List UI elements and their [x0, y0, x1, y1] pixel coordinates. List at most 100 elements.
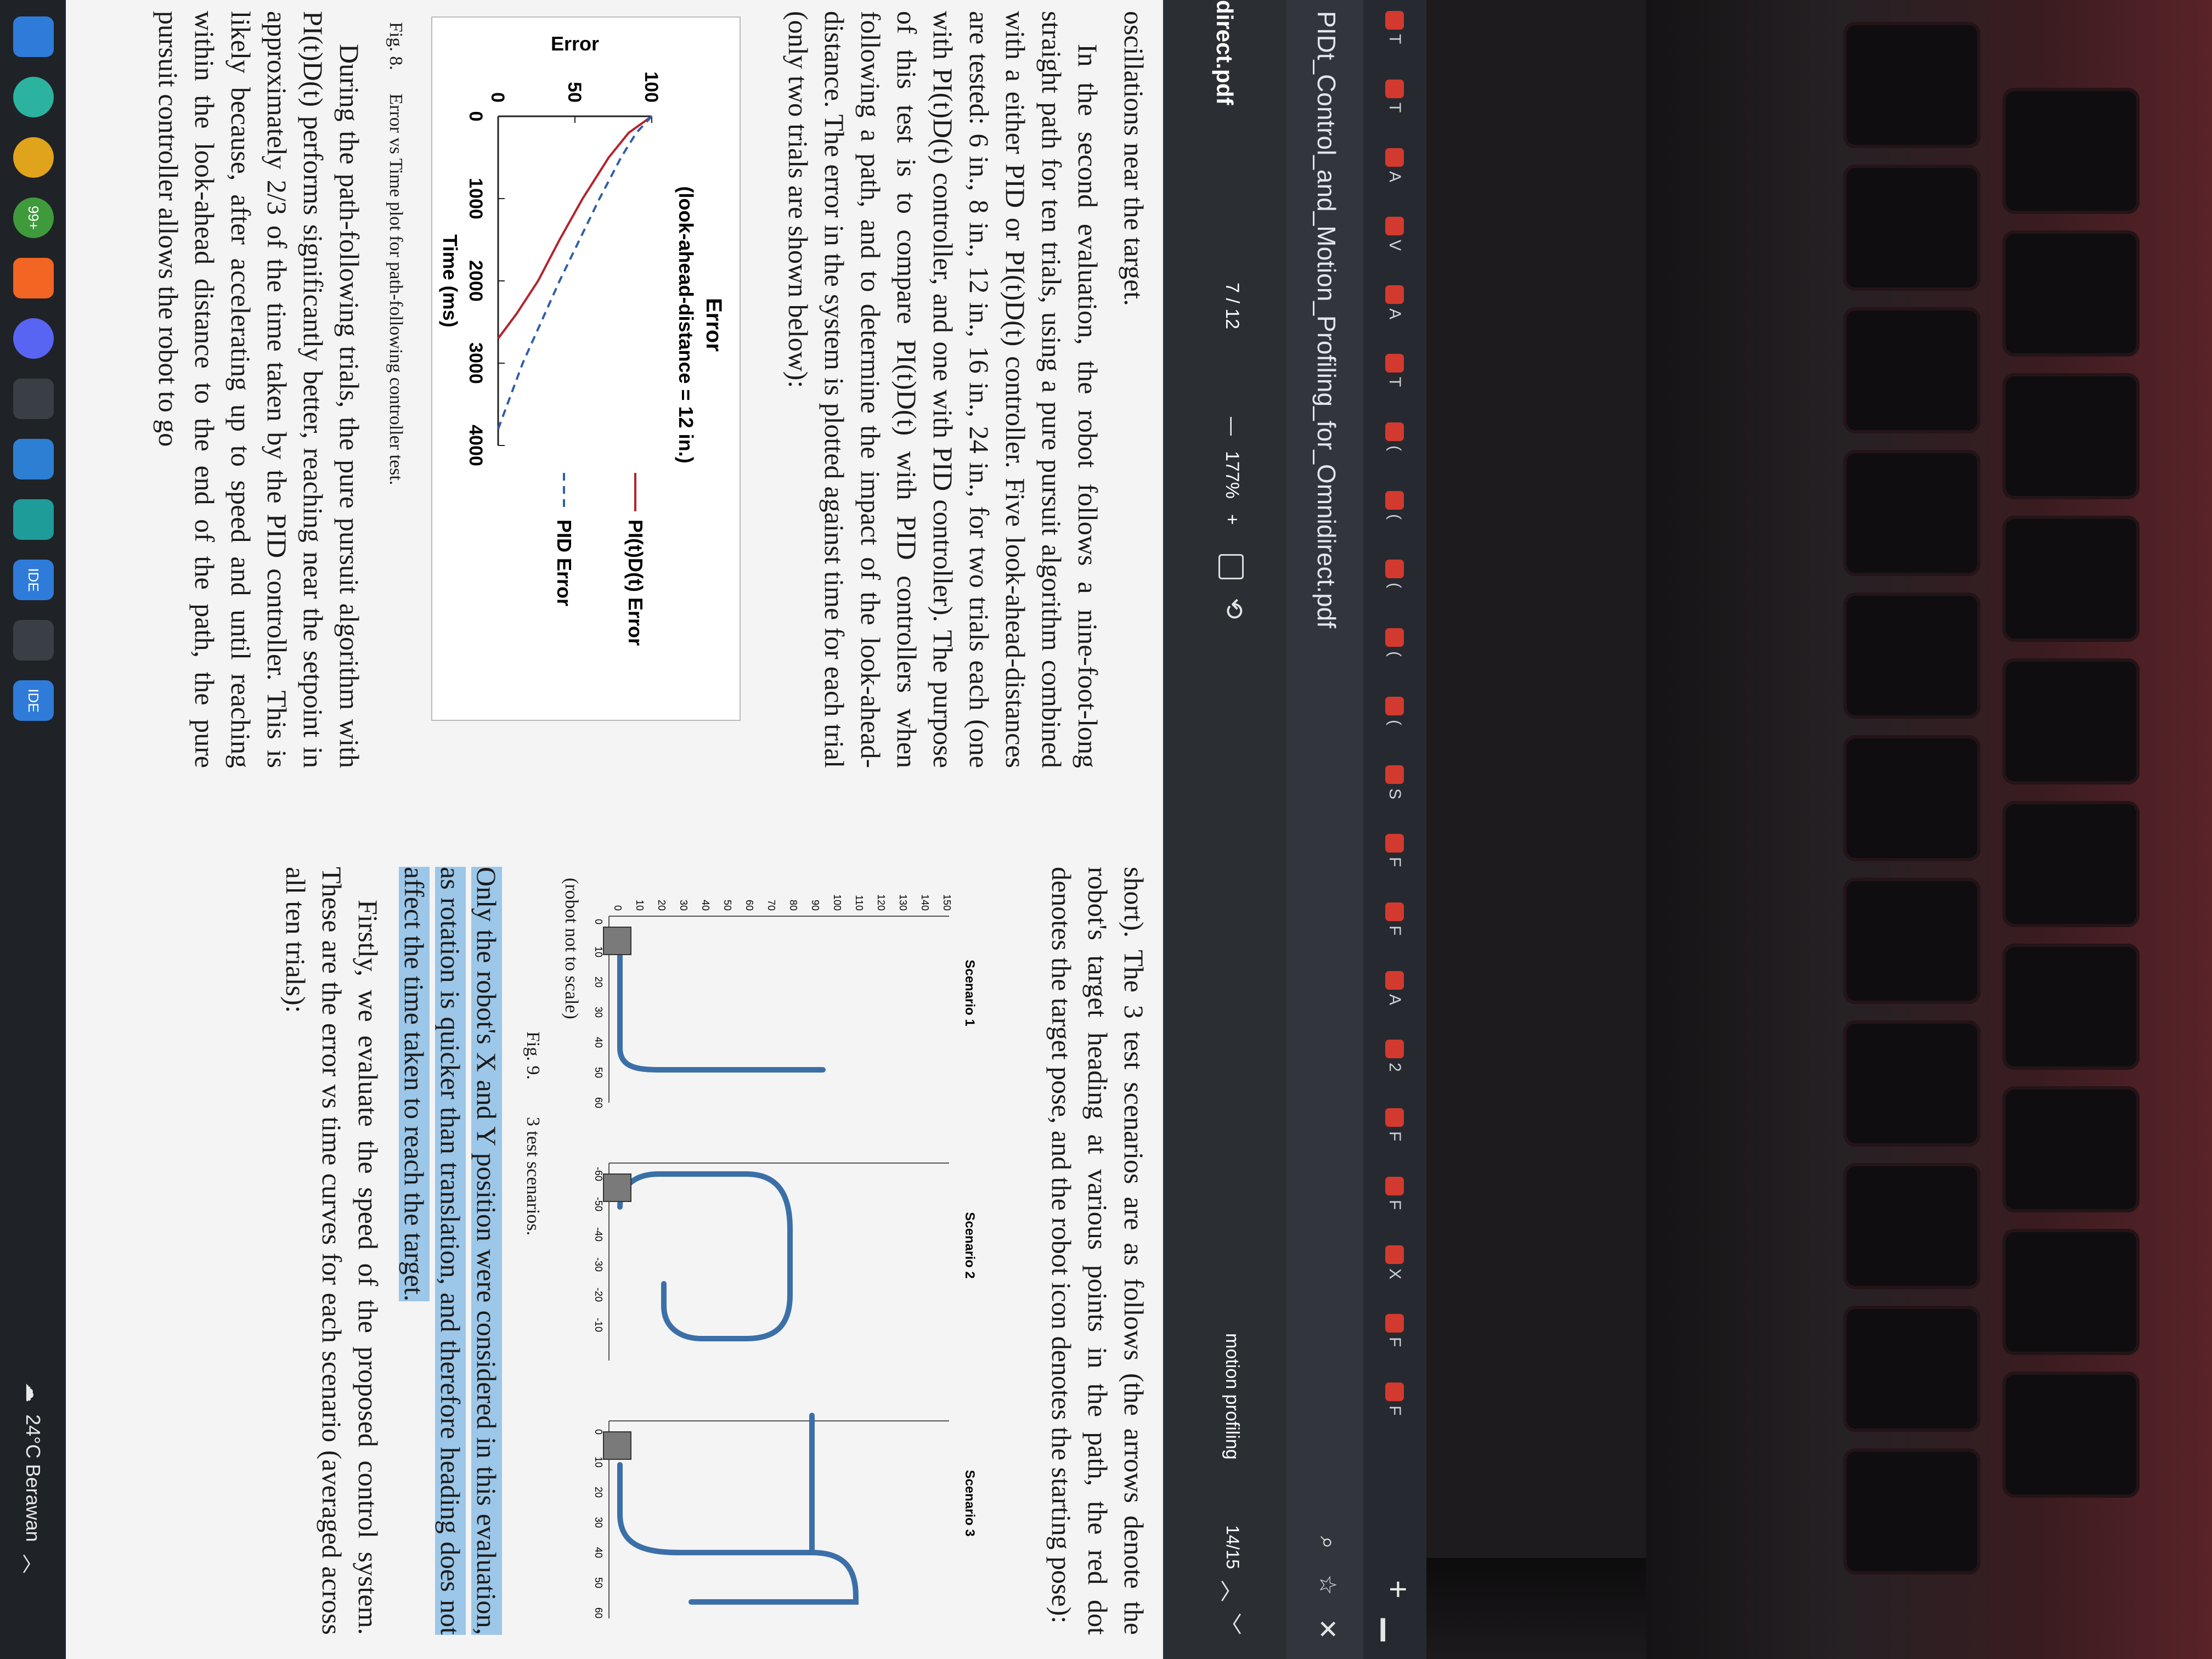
series-line — [497, 115, 653, 340]
browser-tab[interactable]: ( — [1375, 697, 1414, 725]
tab-title: T — [1386, 103, 1404, 113]
fraction: 2/3 — [262, 179, 292, 215]
browser-tab[interactable]: X — [1375, 1245, 1414, 1279]
browser-tab[interactable]: F — [1375, 1383, 1414, 1415]
page-current[interactable]: 7 — [1222, 283, 1243, 293]
left-column-lower: During the path-following trials, the pu… — [140, 11, 368, 768]
y-tick-label: 50 — [564, 82, 585, 103]
browser-tab[interactable]: F — [1375, 834, 1414, 867]
y-tick-label: 120 — [876, 894, 887, 911]
browser-tab[interactable]: S — [1375, 765, 1414, 799]
new-tab-button[interactable]: + — [1380, 1580, 1417, 1599]
scenario-title: Scenario 3 — [962, 1470, 977, 1536]
paragraph: oscillations near the target. — [1119, 11, 1149, 306]
keyboard — [1821, 0, 2212, 1659]
rotate-icon[interactable]: ⟲ — [1220, 598, 1249, 619]
browser-tab[interactable]: ( — [1375, 491, 1414, 520]
tab-favicon-icon — [1385, 1383, 1404, 1401]
zoom-controls: — 177% + — [1221, 417, 1243, 525]
chrome-icon[interactable] — [13, 137, 54, 178]
zoom-level[interactable]: 177% — [1221, 451, 1243, 499]
browser-tab[interactable]: A — [1375, 285, 1414, 319]
fit-page-icon[interactable] — [1218, 554, 1244, 579]
x-tick-label: 3000 — [465, 342, 486, 384]
x-tick-label: 1000 — [465, 178, 486, 219]
x-tick-label: 4000 — [465, 425, 486, 466]
page-indicator[interactable]: 7 / 12 — [1221, 283, 1243, 329]
figure-label: Fig. 8. — [386, 22, 406, 70]
browser-tab[interactable]: ( — [1375, 422, 1414, 451]
ide-icon[interactable]: IDE — [13, 680, 54, 721]
chevron-up-icon[interactable]: ︿ — [1216, 1580, 1248, 1602]
address-text[interactable]: PIDt_Control_and_Motion_Profiling_for_Om… — [1312, 11, 1341, 628]
weather-text[interactable]: 24°C Berawan — [21, 1414, 44, 1542]
scenario-title: Scenario 1 — [962, 960, 977, 1026]
zoom-out-button[interactable]: — — [1221, 417, 1243, 436]
legend-label: PID Error — [553, 520, 575, 606]
x-tick-label: 40 — [593, 1547, 604, 1558]
tab-favicon-icon — [1385, 354, 1404, 373]
y-tick-label: 40 — [700, 900, 711, 911]
zoom-in-button[interactable]: + — [1221, 514, 1243, 525]
key — [1843, 1163, 1980, 1289]
start-icon[interactable] — [13, 16, 54, 57]
chevron-down-icon[interactable]: ﹀ — [1216, 1613, 1248, 1635]
chart-subtitle: (look-ahead-distance = 12 in.) — [675, 186, 697, 463]
tab-favicon-icon — [1385, 697, 1404, 715]
x-tick-label: 50 — [593, 1067, 604, 1078]
key — [1843, 592, 1980, 719]
browser-tab[interactable]: F — [1375, 902, 1414, 935]
ide-icon[interactable]: IDE — [13, 560, 54, 600]
paragraph: In the second evaluation, the robot foll… — [783, 11, 1103, 768]
tab-title: ( — [1386, 583, 1404, 588]
brave-icon[interactable] — [13, 258, 54, 298]
key — [2002, 373, 2140, 499]
steam-icon[interactable] — [13, 620, 54, 661]
weather-icon[interactable]: ☁ — [21, 1383, 44, 1402]
tab-favicon-icon — [1385, 80, 1404, 98]
arduino-icon[interactable] — [13, 499, 54, 540]
browser-tab[interactable]: A — [1375, 148, 1414, 182]
tab-title: T — [1386, 34, 1404, 44]
star-icon[interactable]: ☆ — [1314, 1575, 1341, 1595]
browser-tab[interactable]: ( — [1375, 628, 1414, 657]
x-tick-label: 0 — [593, 919, 604, 924]
vscode-icon[interactable] — [13, 439, 54, 479]
figure-caption: Fig. 8. Error vs Time plot for path-foll… — [385, 22, 406, 485]
tab-title: S — [1386, 788, 1404, 800]
browser-tab[interactable]: 2 — [1375, 1040, 1414, 1072]
tab-title: T — [1386, 377, 1404, 387]
minimize-icon[interactable]: ▁ — [1381, 1618, 1415, 1641]
key — [2002, 230, 2140, 357]
tab-title: ( — [1386, 445, 1404, 451]
x-axis-label: Time (ms) — [439, 234, 461, 327]
browser-tab[interactable]: F — [1375, 1108, 1414, 1141]
x-tick-label: 0 — [593, 1429, 604, 1435]
edge-icon[interactable] — [13, 77, 54, 117]
y-tick-label: 130 — [898, 894, 909, 911]
y-tick-label: 110 — [854, 895, 865, 911]
browser-tab[interactable]: ( — [1375, 560, 1414, 588]
zoom-icon[interactable]: ⌕ — [1314, 1536, 1341, 1549]
browser-tab[interactable]: F — [1375, 1314, 1414, 1347]
search-term[interactable]: motion profiling — [1221, 1333, 1243, 1460]
tab-favicon-icon — [1385, 560, 1404, 578]
steam-icon[interactable] — [13, 379, 54, 419]
browser-tab[interactable]: T — [1375, 11, 1414, 44]
discord-icon[interactable] — [13, 318, 54, 359]
browser-tab[interactable]: T — [1375, 80, 1414, 112]
browser-tab[interactable]: V — [1375, 217, 1414, 251]
key — [2002, 944, 2140, 1070]
y-tick-label: 80 — [788, 900, 799, 911]
scenario-title: Scenario 2 — [962, 1212, 977, 1278]
close-icon[interactable]: ✕ — [1313, 1618, 1342, 1640]
browser-tab[interactable]: A — [1375, 971, 1414, 1005]
key — [1843, 735, 1980, 861]
y-tick-label: 0 — [487, 92, 508, 103]
whatsapp-icon[interactable]: 99+ — [13, 198, 54, 238]
browser-tab[interactable]: T — [1375, 354, 1414, 387]
chevron-up-icon[interactable]: ︿ — [19, 1554, 47, 1574]
address-bar[interactable]: PIDt_Control_and_Motion_Profiling_for_Om… — [1286, 0, 1363, 1659]
browser-tab[interactable]: F — [1375, 1177, 1414, 1210]
tab-title: 2 — [1386, 1063, 1404, 1072]
